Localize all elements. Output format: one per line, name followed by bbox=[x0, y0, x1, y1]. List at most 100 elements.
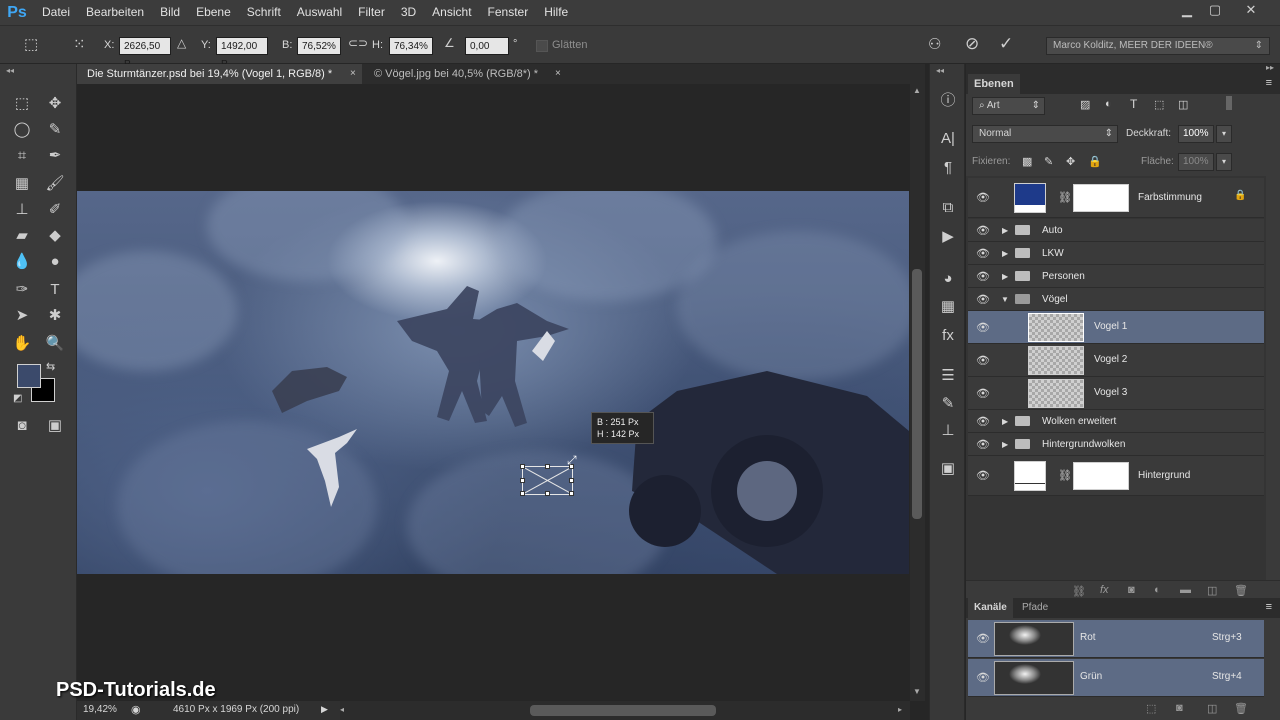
reference-point-icon[interactable]: ⁙ bbox=[73, 35, 86, 53]
visibility-eye-icon[interactable]: 👁 bbox=[976, 469, 990, 482]
tab-paths[interactable]: Pfade bbox=[1016, 598, 1054, 618]
cancel-transform-icon[interactable]: ⊘ bbox=[965, 34, 979, 54]
lock-all-icon[interactable]: 🔒 bbox=[1088, 155, 1102, 168]
adjustments-icon[interactable]: ☰ bbox=[936, 364, 960, 386]
add-mask-icon[interactable]: ◙ bbox=[1128, 584, 1135, 596]
link-layers-icon[interactable]: ⛓ bbox=[1072, 585, 1086, 598]
menu-schrift[interactable]: Schrift bbox=[239, 0, 289, 25]
layer-hintergrundwolken[interactable]: 👁 ▶ Hintergrundwolken bbox=[968, 433, 1264, 456]
maximize-icon[interactable]: ▢ bbox=[1200, 0, 1230, 20]
visibility-eye-icon[interactable]: 👁 bbox=[976, 632, 990, 645]
visibility-eye-icon[interactable]: 👁 bbox=[976, 224, 990, 237]
width-field[interactable]: 76,52% bbox=[297, 37, 341, 55]
move-tool-preset-icon[interactable]: ⬚ bbox=[24, 35, 38, 53]
collapse-panels-icon[interactable]: ▸▸ bbox=[1266, 63, 1274, 72]
expand-arrow-icon[interactable]: ▶ bbox=[1002, 440, 1008, 449]
layer-hintergrund[interactable]: 👁 ⛓ Hintergrund bbox=[968, 456, 1264, 496]
new-channel-icon[interactable]: ◫ bbox=[1207, 702, 1217, 715]
layer-mask-thumbnail[interactable] bbox=[1073, 462, 1129, 490]
link-icon[interactable]: ⊂⊃ bbox=[348, 36, 368, 50]
brush-tool-icon[interactable]: 🖌 bbox=[42, 171, 68, 195]
transform-bounding-box[interactable] bbox=[520, 464, 574, 496]
pen-tool-icon[interactable]: ✑ bbox=[9, 277, 35, 301]
move-tool-icon[interactable]: ✥ bbox=[42, 91, 68, 115]
lock-transparency-icon[interactable]: ▩ bbox=[1022, 155, 1032, 168]
close-window-icon[interactable]: ✕ bbox=[1236, 0, 1266, 20]
type-tool-icon[interactable]: T bbox=[42, 277, 68, 301]
quick-selection-icon[interactable]: ✎ bbox=[42, 117, 68, 141]
new-group-icon[interactable]: ▬ bbox=[1180, 584, 1191, 596]
fill-dropdown-icon[interactable]: ▾ bbox=[1216, 153, 1232, 171]
history-brush-icon[interactable]: ✐ bbox=[42, 197, 68, 221]
lock-position-icon[interactable]: ✥ bbox=[1066, 155, 1075, 168]
transform-handle[interactable] bbox=[545, 464, 550, 469]
scroll-up-icon[interactable]: ▲ bbox=[913, 86, 921, 95]
delete-layer-icon[interactable]: 🗑 bbox=[1234, 584, 1248, 597]
visibility-eye-icon[interactable]: 👁 bbox=[976, 270, 990, 283]
hand-tool-icon[interactable]: ✋ bbox=[9, 331, 35, 355]
layer-farbstimmung[interactable]: 👁 ⛓ Farbstimmung 🔒 bbox=[968, 178, 1264, 218]
character-icon[interactable]: A| bbox=[936, 127, 960, 149]
chain-link-icon[interactable]: ⛓ bbox=[1058, 191, 1072, 204]
visibility-eye-icon[interactable]: 👁 bbox=[976, 191, 990, 204]
clone-source-icon[interactable]: ⊥ bbox=[936, 419, 960, 441]
expand-arrow-icon[interactable]: ▶ bbox=[1002, 417, 1008, 426]
blend-mode-select[interactable]: Normal ⇕ bbox=[972, 125, 1118, 143]
layer-personen[interactable]: 👁 ▶ Personen bbox=[968, 265, 1264, 288]
menu-filter[interactable]: Filter bbox=[350, 0, 393, 25]
visibility-eye-icon[interactable]: 👁 bbox=[976, 671, 990, 684]
workspace-select[interactable]: Marco Kolditz, MEER DER IDEEN® ⇕ bbox=[1046, 37, 1270, 55]
color-icon[interactable]: ◕ bbox=[936, 267, 960, 289]
panel-menu-icon[interactable]: ≡ bbox=[1266, 601, 1272, 613]
paragraph-icon[interactable]: ¶ bbox=[936, 156, 960, 178]
menu-auswahl[interactable]: Auswahl bbox=[289, 0, 350, 25]
channel-rot[interactable]: 👁 Rot Strg+3 bbox=[968, 620, 1264, 658]
expand-icon[interactable]: ◂◂ bbox=[936, 66, 944, 75]
smooth-checkbox[interactable] bbox=[536, 40, 548, 52]
visibility-eye-icon[interactable]: 👁 bbox=[976, 247, 990, 260]
menu-bearbeiten[interactable]: Bearbeiten bbox=[78, 0, 152, 25]
fill-field[interactable]: 100% bbox=[1178, 153, 1214, 171]
quick-mask-icon[interactable]: ◙ bbox=[9, 413, 35, 437]
swatches-icon[interactable]: ▦ bbox=[936, 295, 960, 317]
clone-stamp-icon[interactable]: ⊥ bbox=[9, 197, 35, 221]
visibility-eye-icon[interactable]: 👁 bbox=[976, 415, 990, 428]
visibility-eye-icon[interactable]: 👁 bbox=[976, 438, 990, 451]
close-tab-icon[interactable]: × bbox=[555, 64, 561, 84]
status-menu-icon[interactable]: ▶ bbox=[321, 704, 328, 715]
visibility-eye-icon[interactable]: 👁 bbox=[976, 354, 990, 367]
custom-shape-icon[interactable]: ✱ bbox=[42, 303, 68, 327]
collapse-arrow-icon[interactable]: ▼ bbox=[1001, 295, 1009, 304]
zoom-level[interactable]: 19,42% bbox=[83, 704, 117, 715]
menu-3d[interactable]: 3D bbox=[393, 0, 424, 25]
default-colors-icon[interactable]: ◩ bbox=[13, 393, 22, 404]
layer-wolken-erweitert[interactable]: 👁 ▶ Wolken erweitert bbox=[968, 410, 1264, 433]
layer-mask-thumbnail[interactable] bbox=[1073, 184, 1129, 212]
marquee-tool-icon[interactable]: ⬚ bbox=[9, 91, 35, 115]
layer-vogel-1[interactable]: 👁 Vogel 1 bbox=[968, 311, 1264, 344]
lasso-tool-icon[interactable]: ◯ bbox=[9, 117, 35, 141]
transform-handle[interactable] bbox=[520, 478, 525, 483]
horizontal-scrollbar[interactable]: ◂ ▸ bbox=[340, 701, 910, 720]
lock-pixels-icon[interactable]: ✎ bbox=[1044, 155, 1053, 168]
x-field[interactable]: 2626,50 P. bbox=[119, 37, 171, 70]
layer-filter-select[interactable]: ⌕ Art ⇕ bbox=[972, 97, 1045, 115]
tab-layers[interactable]: Ebenen bbox=[968, 74, 1020, 94]
transform-handle[interactable] bbox=[520, 491, 525, 496]
zoom-tool-icon[interactable]: 🔍 bbox=[42, 331, 68, 355]
relative-position-icon[interactable]: △ bbox=[177, 36, 186, 50]
crop-tool-icon[interactable]: ⌗ bbox=[9, 143, 35, 167]
styles-icon[interactable]: fx bbox=[936, 324, 960, 346]
angle-field[interactable]: 0,00 bbox=[465, 37, 509, 55]
visibility-eye-icon[interactable]: 👁 bbox=[976, 293, 990, 306]
opacity-dropdown-icon[interactable]: ▾ bbox=[1216, 125, 1232, 143]
menu-fenster[interactable]: Fenster bbox=[480, 0, 537, 25]
minimize-icon[interactable]: ▁ bbox=[1172, 0, 1202, 20]
tab-voegel[interactable]: © Vögel.jpg bei 40,5% (RGB/8*) * bbox=[364, 64, 564, 84]
menu-ebene[interactable]: Ebene bbox=[188, 0, 239, 25]
chain-link-icon[interactable]: ⛓ bbox=[1058, 469, 1072, 482]
commit-transform-icon[interactable]: ✓ bbox=[999, 34, 1013, 54]
filter-type-icon[interactable]: T bbox=[1130, 97, 1137, 111]
healing-brush-icon[interactable]: ▦ bbox=[9, 171, 35, 195]
layer-vogel-2[interactable]: 👁 Vogel 2 bbox=[968, 344, 1264, 377]
